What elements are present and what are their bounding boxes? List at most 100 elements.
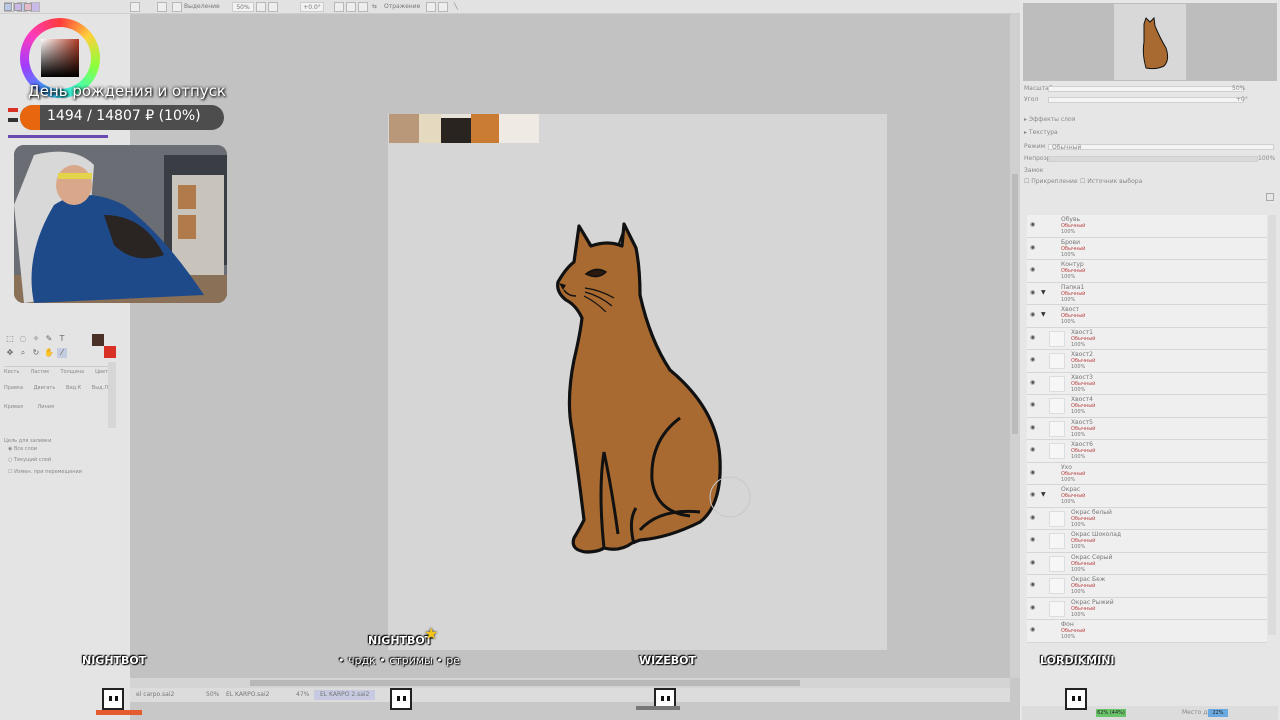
drawing-canvas[interactable] <box>388 114 887 650</box>
layer-row[interactable]: ◉ Контур Обычный 100% <box>1027 260 1267 283</box>
eye-icon[interactable]: ◉ <box>1030 491 1038 499</box>
rotate-right-icon[interactable] <box>346 2 356 12</box>
layer-row[interactable]: ◉ Окрас Шоколад Обычный 100% <box>1027 530 1267 553</box>
vertical-scrollbar[interactable] <box>1010 14 1020 678</box>
layer-row[interactable]: ◉ ▼ Окрас Обычный 100% <box>1027 485 1267 508</box>
scroll-thumb[interactable] <box>1012 174 1018 434</box>
pen-tool-icon[interactable]: ✎ <box>44 334 54 344</box>
eye-icon[interactable]: ◉ <box>1030 244 1038 252</box>
move-tool-icon[interactable]: ✥ <box>5 348 15 358</box>
blend-mode-select[interactable]: Обычный <box>1048 144 1274 151</box>
layer-row[interactable]: ◉ Хвост5 Обычный 100% <box>1027 417 1267 440</box>
eye-icon[interactable]: ◉ <box>1030 289 1038 297</box>
wand-tool-icon[interactable]: ✧ <box>31 334 41 344</box>
rotate-tool-icon[interactable]: ↻ <box>31 348 41 358</box>
file-tab-active[interactable]: EL KARPO 2.sai2 <box>314 690 376 700</box>
tab-icon[interactable] <box>14 3 22 11</box>
tab-icon[interactable] <box>4 3 12 11</box>
text-tool-icon[interactable]: T <box>57 334 67 344</box>
zoom-in-icon[interactable] <box>268 2 278 12</box>
fill-option-current[interactable]: ○ Текущий слой <box>8 457 51 463</box>
layer-row[interactable]: ◉ Хвост3 Обычный 100% <box>1027 372 1267 395</box>
layer-row[interactable]: ◉ Хвост4 Обычный 100% <box>1027 395 1267 418</box>
layer-row[interactable]: ◉ Окрас белый Обычный 100% <box>1027 507 1267 530</box>
brush-label[interactable]: Линия <box>37 404 54 410</box>
eye-icon[interactable]: ◉ <box>1030 469 1038 477</box>
brush-label[interactable]: Ластик <box>31 369 50 375</box>
layer-row[interactable]: ◉ Фон Обычный 100% <box>1027 620 1267 643</box>
eye-icon[interactable]: ◉ <box>1030 334 1038 342</box>
select-tool-icon[interactable] <box>130 2 140 12</box>
primary-color-swatch[interactable] <box>92 334 104 346</box>
eye-icon[interactable]: ◉ <box>1030 536 1038 544</box>
eye-icon[interactable]: ◉ <box>1030 424 1038 432</box>
layer-effects-label[interactable]: ▸ Эффекты слоя <box>1024 116 1075 124</box>
source-checkbox[interactable]: ☐ Источник выбора <box>1080 178 1142 186</box>
brush-label[interactable]: Выд.Л <box>92 385 108 391</box>
color-slider-red[interactable] <box>8 108 18 112</box>
zoom-slider[interactable] <box>1048 86 1244 92</box>
layer-row[interactable]: ◉ Хвост6 Обычный 100% <box>1027 440 1267 463</box>
eye-icon[interactable]: ◉ <box>1030 581 1038 589</box>
fill-option-move[interactable]: ☐ Измен. при перемещении <box>8 469 82 475</box>
eye-icon[interactable]: ◉ <box>1030 446 1038 454</box>
layer-row[interactable]: ◉ Окрас Рыжий Обычный 100% <box>1027 597 1267 620</box>
layer-row[interactable]: ◉ Хвост1 Обычный 100% <box>1027 327 1267 350</box>
file-tab[interactable]: el carpo.sai2 <box>136 690 174 700</box>
secondary-color-swatch[interactable] <box>104 346 116 358</box>
layer-row[interactable]: ◉ Брови Обычный 100% <box>1027 237 1267 260</box>
reference-image-strip[interactable] <box>389 114 539 143</box>
eye-icon[interactable]: ◉ <box>1030 266 1038 274</box>
eye-icon[interactable]: ◉ <box>1030 604 1038 612</box>
eye-icon[interactable]: ◉ <box>1030 401 1038 409</box>
hand-tool-icon[interactable]: ✋ <box>44 348 54 358</box>
eye-icon[interactable]: ◉ <box>1030 514 1038 522</box>
eyedropper-tool-icon[interactable]: ⁄ <box>57 348 67 358</box>
zoom-value[interactable]: 50% <box>232 2 254 12</box>
color-slider-bar[interactable] <box>8 135 108 138</box>
folder-expand-icon[interactable]: ▼ <box>1041 491 1046 498</box>
layers-scrollbar[interactable] <box>1268 215 1276 635</box>
lasso-tool-icon[interactable]: ◌ <box>18 334 28 344</box>
zoom-out-icon[interactable] <box>256 2 266 12</box>
stabilizer-icon[interactable] <box>426 2 436 12</box>
reset-rotation-icon[interactable] <box>358 2 368 12</box>
brush-label[interactable]: Двигать <box>34 385 56 391</box>
brush-label[interactable]: Вид.К <box>66 385 81 391</box>
tab-icon[interactable] <box>24 3 32 11</box>
rotate-left-icon[interactable] <box>334 2 344 12</box>
brush-scrollbar[interactable] <box>108 362 116 428</box>
layer-row[interactable]: ◉ Окрас Беж Обычный 100% <box>1027 575 1267 598</box>
angle-value[interactable]: +0.0° <box>300 2 324 12</box>
layer-row[interactable]: ◉ Ухо Обычный 100% <box>1027 462 1267 485</box>
eye-icon[interactable]: ◉ <box>1030 356 1038 364</box>
brush-label[interactable]: Кривая <box>4 404 23 410</box>
select-tool-icon[interactable]: ⬚ <box>5 334 15 344</box>
color-slider-dark[interactable] <box>8 118 18 122</box>
layer-row[interactable]: ◉ Окрас Серый Обычный 100% <box>1027 552 1267 575</box>
eye-icon[interactable]: ◉ <box>1030 379 1038 387</box>
panel-menu-icon[interactable] <box>1266 193 1274 201</box>
zoom-tool-icon[interactable]: ⌕ <box>18 348 28 358</box>
folder-expand-icon[interactable]: ▼ <box>1041 311 1046 318</box>
folder-expand-icon[interactable]: ▼ <box>1041 289 1046 296</box>
stabilizer-icon[interactable] <box>438 2 448 12</box>
eye-icon[interactable]: ◉ <box>1030 626 1038 634</box>
lasso-tool-icon[interactable] <box>157 2 167 12</box>
brush-label[interactable]: Толщина <box>60 369 84 375</box>
opacity-slider[interactable] <box>1048 156 1258 162</box>
color-picker-square[interactable] <box>41 39 79 77</box>
eye-icon[interactable]: ◉ <box>1030 221 1038 229</box>
magic-wand-icon[interactable] <box>172 2 182 12</box>
angle-slider[interactable] <box>1048 97 1244 103</box>
brush-label[interactable]: Цвет <box>95 369 108 375</box>
texture-label[interactable]: ▸ Текстура <box>1024 129 1058 137</box>
brush-label[interactable]: Правка <box>4 385 23 391</box>
fill-option-all[interactable]: ◉ Все слои <box>8 446 37 452</box>
clip-checkbox[interactable]: ☐ Прикрепление <box>1024 178 1078 186</box>
layer-row[interactable]: ◉ Хвост2 Обычный 100% <box>1027 350 1267 373</box>
eye-icon[interactable]: ◉ <box>1030 559 1038 567</box>
layer-row[interactable]: ◉ ▼ Хвост Обычный 100% <box>1027 305 1267 328</box>
layer-row[interactable]: ◉ ▼ Папка1 Обычный 100% <box>1027 282 1267 305</box>
horizontal-scrollbar[interactable] <box>130 678 1010 688</box>
